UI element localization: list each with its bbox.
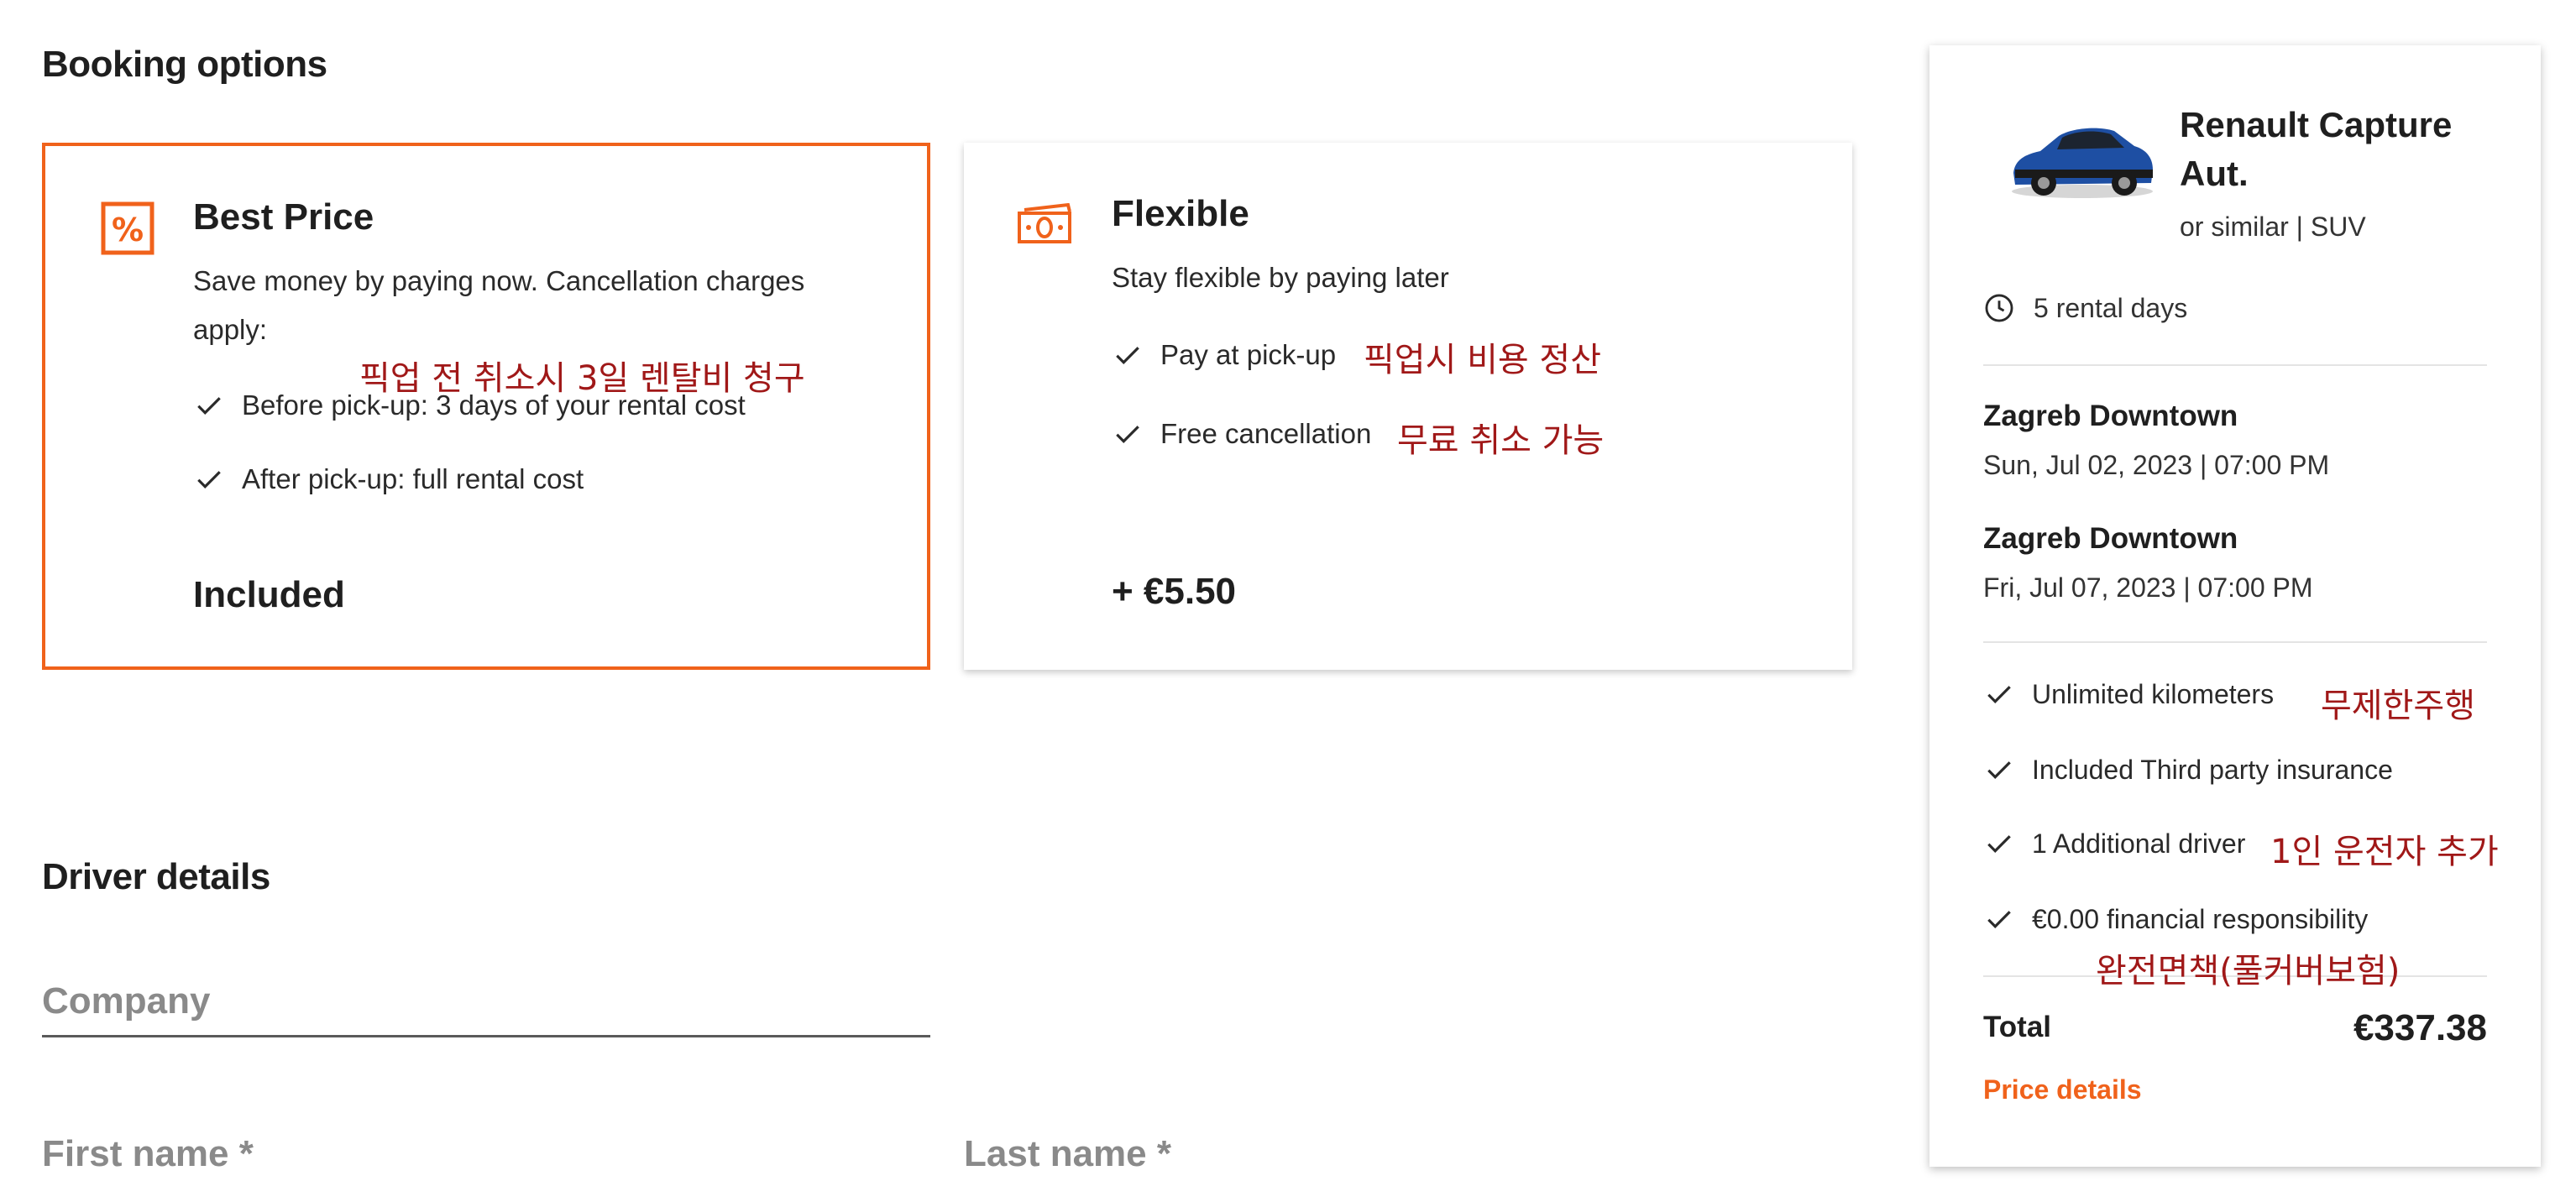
car-subtitle: or similar | SUV	[2180, 212, 2366, 242]
check-icon	[197, 397, 221, 415]
flexible-title: Flexible	[1112, 193, 1249, 234]
annotation-additional-driver: 1인 운전자 추가	[2270, 833, 2499, 871]
check-icon	[197, 471, 221, 489]
svg-text:%: %	[112, 212, 144, 248]
flexible-item-text: Pay at pick-up	[1160, 339, 1337, 370]
car-name-line: Renault Capture	[2180, 105, 2453, 144]
dropoff-location: Zagreb Downtown	[1983, 522, 2238, 555]
clock-icon	[1985, 294, 2013, 322]
flexible-item-text: Free cancellation	[1160, 418, 1372, 449]
check-icon	[1987, 911, 2011, 928]
check-icon	[1987, 686, 2011, 703]
flexible-item: Free cancellation	[1112, 418, 1371, 450]
check-icon	[1987, 761, 2011, 779]
annotation-pay-at-pickup: 픽업시 비용 정산	[1364, 341, 1602, 379]
percent-icon: %	[101, 201, 154, 255]
car-name: Renault Capture Aut.	[2180, 101, 2452, 198]
rental-days-text: 5 rental days	[2034, 292, 2188, 323]
annotation-full-coverage: 완전면책(풀커버보험)	[2096, 952, 2401, 990]
feature-text: 1 Additional driver	[2032, 828, 2246, 859]
check-icon	[1116, 347, 1139, 364]
feature-item: 1 Additional driver	[1983, 828, 2245, 860]
divider	[1983, 641, 2487, 643]
car-name-line: Aut.	[2180, 154, 2249, 193]
dropoff-datetime: Fri, Jul 07, 2023 | 07:00 PM	[1983, 572, 2313, 603]
total-value: €337.38	[2353, 1007, 2487, 1048]
feature-text: Included Third party insurance	[2032, 754, 2393, 785]
feature-item: Unlimited kilometers	[1983, 678, 2274, 710]
check-icon	[1116, 426, 1139, 443]
price-details-link[interactable]: Price details	[1983, 1074, 2142, 1105]
company-field-label[interactable]: Company	[42, 980, 210, 1022]
annotation-unlimited-km: 무제한주행	[2321, 687, 2475, 725]
best-price-price: Included	[193, 574, 345, 615]
feature-text: €0.00 financial responsibility	[2032, 903, 2369, 934]
flexible-item: Pay at pick-up	[1112, 339, 1336, 371]
car-image	[2012, 128, 2153, 198]
booking-summary-panel: Renault Capture Aut. or similar | SUV 5 …	[1929, 45, 2541, 1167]
divider	[1983, 364, 2487, 366]
driver-details-heading: Driver details	[42, 856, 270, 897]
booking-options-heading: Booking options	[42, 44, 327, 85]
first-name-field-label[interactable]: First name *	[42, 1133, 254, 1175]
best-price-description: Save money by paying now. Cancellation c…	[193, 265, 805, 345]
total-label: Total	[1983, 1011, 2052, 1043]
feature-item: Included Third party insurance	[1983, 754, 2393, 786]
flexible-price: + €5.50	[1112, 571, 1237, 612]
pickup-datetime: Sun, Jul 02, 2023 | 07:00 PM	[1983, 450, 2330, 480]
best-price-item-text: After pick-up: full rental cost	[242, 463, 584, 494]
flexible-description: Stay flexible by paying later	[1112, 262, 1449, 293]
feature-item: €0.00 financial responsibility	[1983, 903, 2368, 935]
annotation-cancellation-charge: 픽업 전 취소시 3일 렌탈비 청구	[359, 359, 805, 398]
pickup-location: Zagreb Downtown	[1983, 400, 2238, 432]
last-name-field-label[interactable]: Last name *	[964, 1133, 1171, 1175]
feature-text: Unlimited kilometers	[2032, 678, 2275, 709]
cash-icon	[1018, 203, 1071, 243]
annotation-free-cancellation: 무료 취소 가능	[1397, 421, 1605, 460]
company-field-underline[interactable]	[42, 1035, 930, 1037]
rental-days-row: 5 rental days	[1983, 292, 2187, 324]
flexible-option-card[interactable]: Flexible Stay flexible by paying later P…	[964, 143, 1852, 670]
best-price-item: After pick-up: full rental cost	[193, 463, 584, 495]
check-icon	[1987, 835, 2011, 853]
best-price-title: Best Price	[193, 196, 374, 238]
best-price-option-card[interactable]: % Best Price Save money by paying now. C…	[42, 143, 930, 670]
